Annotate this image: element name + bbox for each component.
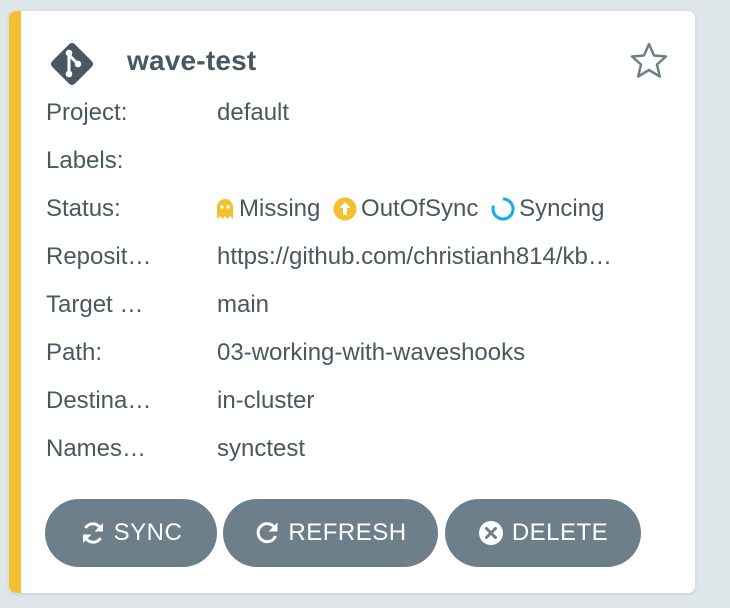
field-value: synctest — [217, 435, 306, 462]
application-card[interactable]: wave-test Project: default Labels: Statu… — [8, 10, 696, 594]
app-name[interactable]: wave-test — [127, 45, 256, 77]
field-label: Status: — [46, 195, 121, 222]
field-value: 03-working-with-waveshooks — [217, 339, 526, 366]
health-status: Missing — [215, 195, 320, 223]
field-label: Project: — [46, 99, 128, 126]
operation-status-text: Syncing — [519, 195, 605, 222]
refresh-button-label: REFRESH — [288, 519, 407, 546]
arrow-up-circle-icon — [333, 197, 357, 221]
field-value: main — [217, 291, 270, 318]
refresh-button[interactable]: REFRESH — [223, 499, 438, 567]
field-label: Labels: — [46, 147, 124, 174]
delete-button[interactable]: DELETE — [445, 499, 641, 567]
star-outline-icon[interactable] — [629, 41, 669, 81]
sync-icon — [82, 522, 103, 544]
health-status-text: Missing — [239, 195, 321, 222]
field-label: Path: — [46, 339, 103, 366]
ghost-icon — [217, 199, 233, 219]
field-label: Names… — [46, 435, 147, 462]
git-icon — [51, 43, 93, 85]
field-label: Reposit… — [46, 243, 152, 270]
times-circle-icon — [478, 521, 503, 545]
status-color-bar — [9, 11, 21, 593]
sync-button-label: SYNC — [113, 519, 183, 546]
redo-icon — [257, 522, 278, 544]
delete-button-label: DELETE — [511, 519, 609, 546]
field-label: Destina… — [46, 387, 152, 414]
field-label: Target … — [46, 291, 144, 318]
field-value: default — [217, 99, 290, 126]
field-value: in-cluster — [217, 387, 315, 414]
sync-status-text: OutOfSync — [361, 195, 479, 222]
sync-status: OutOfSync — [333, 195, 478, 223]
sync-button[interactable]: SYNC — [45, 499, 217, 567]
repository-link[interactable]: https://github.com/christianh814/kb… — [217, 243, 695, 271]
status-values: Missing OutOfSync Syncing — [215, 195, 695, 228]
operation-status: Syncing — [491, 195, 604, 223]
spinner-icon — [491, 197, 515, 221]
